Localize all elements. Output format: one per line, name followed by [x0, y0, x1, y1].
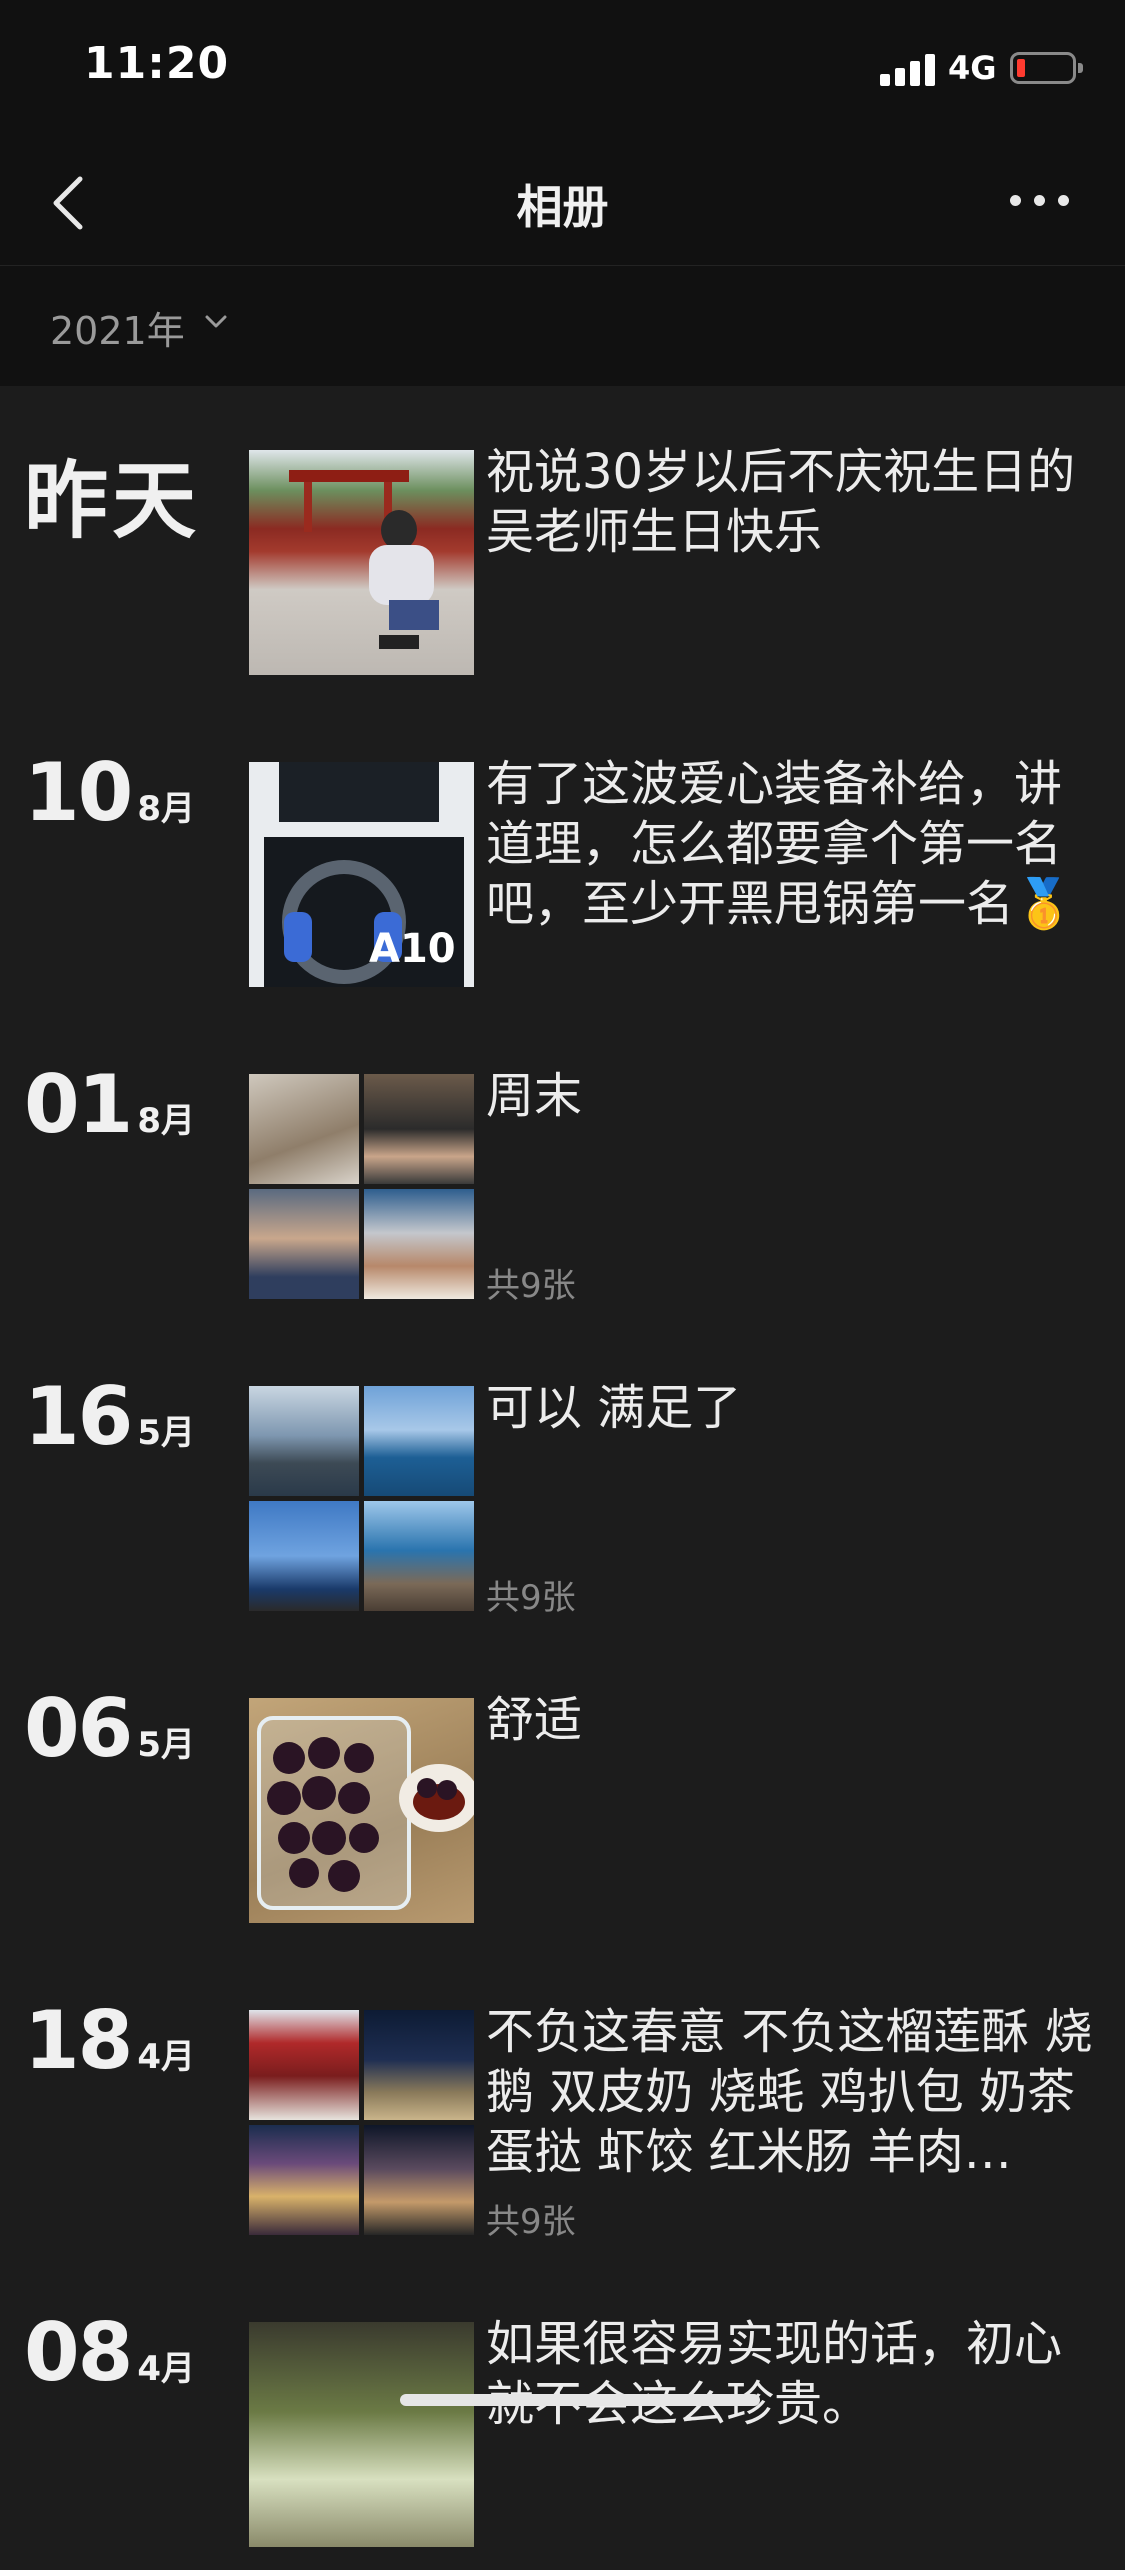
home-indicator: [400, 2394, 760, 2406]
photo-thumbnail[interactable]: [249, 450, 474, 675]
date-word: 昨天: [24, 452, 201, 550]
date-month: 5月: [137, 1725, 195, 1765]
photo-thumbnail[interactable]: A10: [249, 762, 474, 987]
date-month: 8月: [137, 789, 195, 829]
entry-date: 10 8月: [24, 746, 195, 839]
album-entry[interactable]: 昨天 祝说30岁以后不庆祝生日的吴老师生日快乐: [0, 386, 1125, 698]
date-month: 4月: [137, 2349, 195, 2389]
photo-thumbnail[interactable]: [364, 2125, 474, 2235]
photo-count: 共9张: [486, 2202, 576, 2242]
album-entry[interactable]: 10 8月 A10 有了这波爱心装备补给，讲道理，怎么都要拿个第一名吧，至少开黑甩…: [0, 698, 1125, 1010]
photo-thumbnail[interactable]: [364, 1501, 474, 1611]
photo-grid[interactable]: [249, 1074, 474, 1299]
year-filter-bar: 2021年: [0, 266, 1125, 386]
photo-thumbnail[interactable]: [249, 2125, 359, 2235]
photo-thumbnail[interactable]: [249, 1386, 359, 1496]
date-month: 5月: [137, 1413, 195, 1453]
photo-thumbnail[interactable]: [364, 1386, 474, 1496]
entry-caption: 周末: [486, 1068, 583, 1124]
date-day: 16: [24, 1370, 133, 1463]
album-entry[interactable]: 084月 如果很容易实现的话，初心就不会这么珍贵。: [0, 2258, 1125, 2570]
entry-date: 06 5月: [24, 1682, 195, 1775]
signal-icon: [880, 52, 936, 86]
entry-caption: 不负这春意 不负这榴莲酥 烧鹅 双皮奶 烧蚝 鸡扒包 奶茶蛋挞 虾饺 红米肠 羊…: [486, 2004, 1093, 2180]
entry-date: 18 4月: [24, 1994, 195, 2087]
entry-caption: 有了这波爱心装备补给，讲道理，怎么都要拿个第一名吧，至少开黑甩锅第一名🥇: [486, 756, 1074, 932]
date-day: 18: [24, 1994, 133, 2087]
photo-thumbnail[interactable]: [364, 1189, 474, 1299]
entry-caption: 舒适: [486, 1692, 583, 1748]
network-type: 4G: [948, 49, 997, 87]
photo-count: 共9张: [486, 1266, 576, 1306]
date-day: 01: [24, 1058, 133, 1151]
chevron-down-icon[interactable]: [205, 314, 227, 330]
page-title: 相册: [516, 180, 609, 234]
album-entry[interactable]: 01 8月 周末 共9张: [0, 1010, 1125, 1322]
photo-thumbnail[interactable]: [249, 1698, 474, 1923]
more-icon[interactable]: [1010, 195, 1070, 209]
entry-date: 08 4月: [24, 2306, 195, 2399]
photo-count: 共9张: [486, 1578, 576, 1618]
date-day: 06: [24, 1682, 133, 1775]
entry-date: 01 8月: [24, 1058, 195, 1151]
photo-grid[interactable]: [249, 1386, 474, 1611]
entry-caption: 祝说30岁以后不庆祝生日的吴老师生日快乐: [486, 444, 1076, 560]
photo-thumbnail[interactable]: [249, 1074, 359, 1184]
nav-bar: 相册: [0, 135, 1125, 266]
battery-icon: [1010, 52, 1083, 84]
status-time: 11:20: [84, 38, 230, 89]
entry-date: 16 5月: [24, 1370, 195, 1463]
entry-date: 昨天: [24, 434, 200, 555]
photo-thumbnail[interactable]: [364, 1074, 474, 1184]
photo-thumbnail[interactable]: [249, 1189, 359, 1299]
entry-caption: 可以 满足了: [486, 1380, 742, 1436]
photo-thumbnail[interactable]: [249, 2322, 474, 2547]
svg-text:A10: A10: [369, 926, 456, 972]
photo-thumbnail[interactable]: [249, 1501, 359, 1611]
photo-thumbnail[interactable]: [364, 2010, 474, 2120]
photo-grid[interactable]: [249, 2010, 474, 2235]
album-entry[interactable]: 16 5月 可以 满足了 共9张: [0, 1322, 1125, 1634]
date-month: 4月: [137, 2037, 195, 2077]
photo-thumbnail[interactable]: [249, 2010, 359, 2120]
status-bar: 11:20 4G: [0, 0, 1125, 135]
date-day: 08: [24, 2306, 133, 2399]
date-month: 8月: [137, 1101, 195, 1141]
entry-caption: 如果很容易实现的话，初心就不会这么珍贵。: [486, 2316, 1063, 2432]
album-entry[interactable]: 06 5月 舒适: [0, 1634, 1125, 1946]
year-filter[interactable]: 2021年: [50, 300, 185, 355]
album-entry[interactable]: 18 4月 不负这春意 不负这榴莲酥 烧鹅 双皮奶 烧蚝 鸡扒包 奶茶蛋挞 虾饺 …: [0, 1946, 1125, 2258]
date-day: 10: [24, 746, 133, 839]
